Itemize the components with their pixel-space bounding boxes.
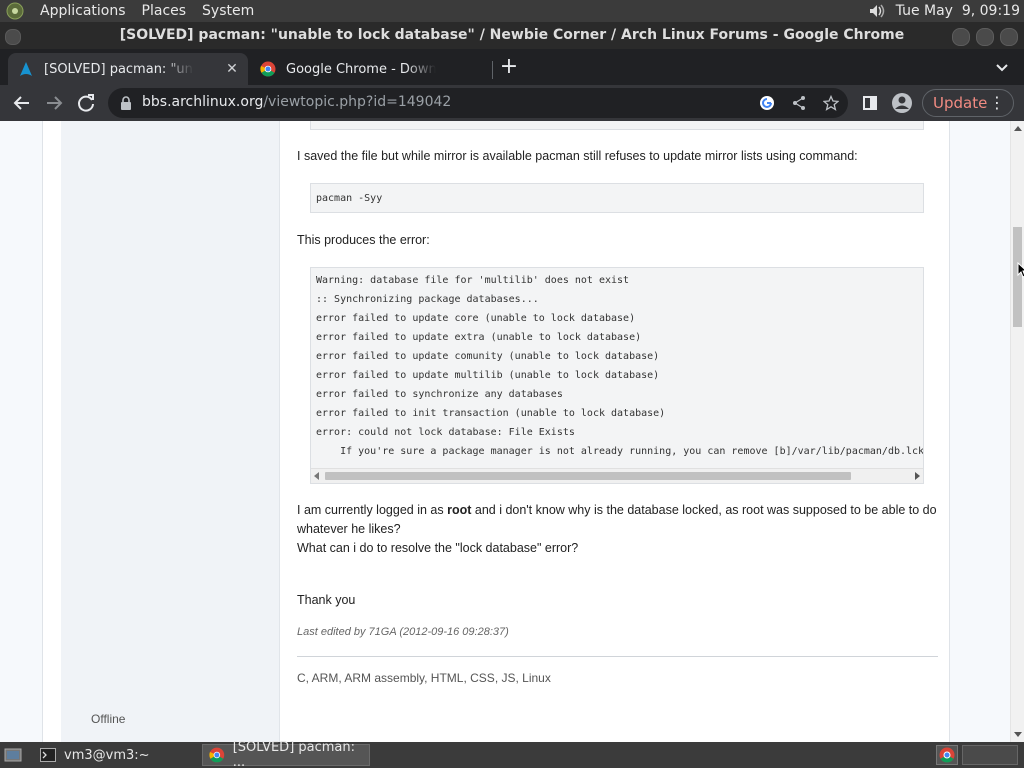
taskbar-item-chrome[interactable]: [SOLVED] pacman: ... bbox=[202, 740, 370, 770]
close-tab-icon[interactable]: ✕ bbox=[224, 61, 240, 77]
volume-icon[interactable] bbox=[868, 2, 886, 20]
menu-places[interactable]: Places bbox=[142, 3, 187, 19]
workspace-switcher[interactable] bbox=[936, 745, 958, 765]
post-author-column: Offline bbox=[61, 121, 280, 742]
code-line: error failed to update extra (unable to … bbox=[316, 332, 642, 343]
minimize-button[interactable] bbox=[952, 28, 970, 46]
tab-label: [SOLVED] pacman: "unable to lock databas… bbox=[44, 61, 194, 77]
chrome-icon bbox=[209, 747, 225, 763]
bottom-panel: vm3@vm3:~ [SOLVED] pacman: ... bbox=[0, 740, 1024, 770]
gnome-foot-icon bbox=[6, 2, 24, 20]
scroll-right-arrow-icon[interactable] bbox=[915, 472, 920, 480]
google-lens-icon[interactable] bbox=[759, 95, 775, 111]
forum-post: Offline I saved the file but while mirro… bbox=[42, 121, 950, 742]
code-block-previous bbox=[310, 121, 924, 130]
code-line: Warning: database file for 'multilib' do… bbox=[316, 275, 630, 286]
tab-arch-forum[interactable]: [SOLVED] pacman: "unable to lock databas… bbox=[8, 53, 248, 85]
post-paragraph: Thank you bbox=[297, 593, 356, 607]
edited-note: Last edited by 71GA (2012-09-16 09:28:37… bbox=[297, 626, 509, 638]
tab-strip: [SOLVED] pacman: "unable to lock databas… bbox=[0, 49, 1024, 85]
signature-divider bbox=[297, 656, 938, 657]
url-host: bbs.archlinux.org bbox=[142, 94, 264, 110]
taskbar-label: [SOLVED] pacman: ... bbox=[232, 740, 356, 770]
code-line: error: could not lock database: File Exi… bbox=[316, 427, 575, 438]
code-line: :: Synchronizing package databases... bbox=[316, 294, 539, 305]
post-paragraph: What can i do to resolve the "lock datab… bbox=[297, 541, 579, 555]
page-vertical-scrollbar[interactable] bbox=[1010, 121, 1024, 742]
tab-separator bbox=[492, 61, 493, 79]
tab-search-icon[interactable] bbox=[994, 59, 1010, 75]
bold-root: root bbox=[447, 503, 472, 517]
close-window-button[interactable] bbox=[1000, 28, 1018, 46]
scroll-left-arrow-icon[interactable] bbox=[314, 472, 319, 480]
code-line: error failed to update comunity (unable … bbox=[316, 351, 660, 362]
post-paragraph: This produces the error: bbox=[297, 233, 430, 247]
text-run: I am currently logged in as bbox=[297, 503, 448, 517]
forward-icon[interactable] bbox=[42, 91, 66, 115]
taskbar-item-terminal[interactable]: vm3@vm3:~ bbox=[34, 744, 194, 766]
code-line: error failed to init transaction (unable… bbox=[316, 408, 666, 419]
lock-icon[interactable] bbox=[120, 96, 132, 110]
signature: C, ARM, ARM assembly, HTML, CSS, JS, Lin… bbox=[297, 671, 551, 685]
new-tab-button[interactable]: + bbox=[498, 56, 520, 79]
post-paragraph: I am currently logged in as root and i d… bbox=[297, 501, 938, 539]
clock[interactable]: Tue May 9, 09:19 bbox=[896, 3, 1020, 19]
post-paragraph: I saved the file but while mirror is ava… bbox=[297, 149, 858, 163]
address-bar[interactable]: bbs.archlinux.org/viewtopic.php?id=14904… bbox=[108, 88, 848, 118]
scroll-down-arrow-icon[interactable] bbox=[1014, 732, 1022, 737]
code-block-command: pacman -Syy bbox=[310, 183, 924, 213]
menu-applications[interactable]: Applications bbox=[40, 3, 126, 19]
show-desktop-icon[interactable] bbox=[4, 747, 22, 763]
update-button[interactable]: Update ⋮ bbox=[922, 89, 1014, 117]
tab-label: Google Chrome - Download the fast, secur… bbox=[286, 61, 436, 77]
menu-system[interactable]: System bbox=[202, 3, 254, 19]
window-titlebar[interactable]: [SOLVED] pacman: "unable to lock databas… bbox=[0, 22, 1024, 49]
url-path: /viewtopic.php?id=149042 bbox=[263, 94, 452, 110]
chrome-icon bbox=[260, 61, 276, 77]
reload-icon[interactable] bbox=[74, 91, 98, 115]
profile-avatar-icon[interactable] bbox=[890, 91, 914, 115]
taskbar-label: vm3@vm3:~ bbox=[64, 747, 150, 763]
back-icon[interactable] bbox=[10, 91, 34, 115]
arch-logo-icon bbox=[20, 62, 32, 76]
code-line: error failed to update multilib (unable … bbox=[316, 370, 660, 381]
scroll-up-arrow-icon[interactable] bbox=[1014, 126, 1022, 131]
chrome-icon bbox=[939, 747, 955, 763]
user-status: Offline bbox=[91, 712, 126, 726]
kebab-menu-icon[interactable]: ⋮ bbox=[989, 93, 1005, 112]
page-viewport: Offline I saved the file but while mirro… bbox=[0, 121, 1010, 742]
maximize-button[interactable] bbox=[976, 28, 994, 46]
side-panel-icon[interactable] bbox=[858, 91, 882, 115]
url-text[interactable]: bbs.archlinux.org/viewtopic.php?id=14904… bbox=[142, 94, 451, 110]
window-title: [SOLVED] pacman: "unable to lock databas… bbox=[119, 27, 905, 43]
code-line: error failed to update core (unable to l… bbox=[316, 313, 636, 324]
terminal-icon bbox=[40, 748, 56, 762]
share-icon[interactable] bbox=[791, 95, 807, 111]
update-label: Update bbox=[933, 94, 988, 112]
browser-toolbar: bbs.archlinux.org/viewtopic.php?id=14904… bbox=[0, 85, 1024, 121]
code-block-error-output[interactable]: Warning: database file for 'multilib' do… bbox=[310, 267, 924, 484]
code-line: pacman -Syy bbox=[316, 193, 383, 204]
tab-chrome-download[interactable]: Google Chrome - Download the fast, secur… bbox=[250, 53, 490, 85]
code-line: If you're sure a package manager is not … bbox=[316, 446, 924, 457]
workspace-switcher-empty[interactable] bbox=[962, 745, 1018, 765]
mouse-cursor-icon bbox=[1017, 262, 1024, 278]
code-line: error failed to synchronize any database… bbox=[316, 389, 563, 400]
code-horizontal-scrollbar[interactable] bbox=[311, 468, 923, 483]
bookmark-star-icon[interactable] bbox=[823, 95, 839, 111]
scrollbar-thumb[interactable] bbox=[325, 472, 851, 480]
top-panel: Applications Places System Tue May 9, 09… bbox=[0, 0, 1024, 22]
